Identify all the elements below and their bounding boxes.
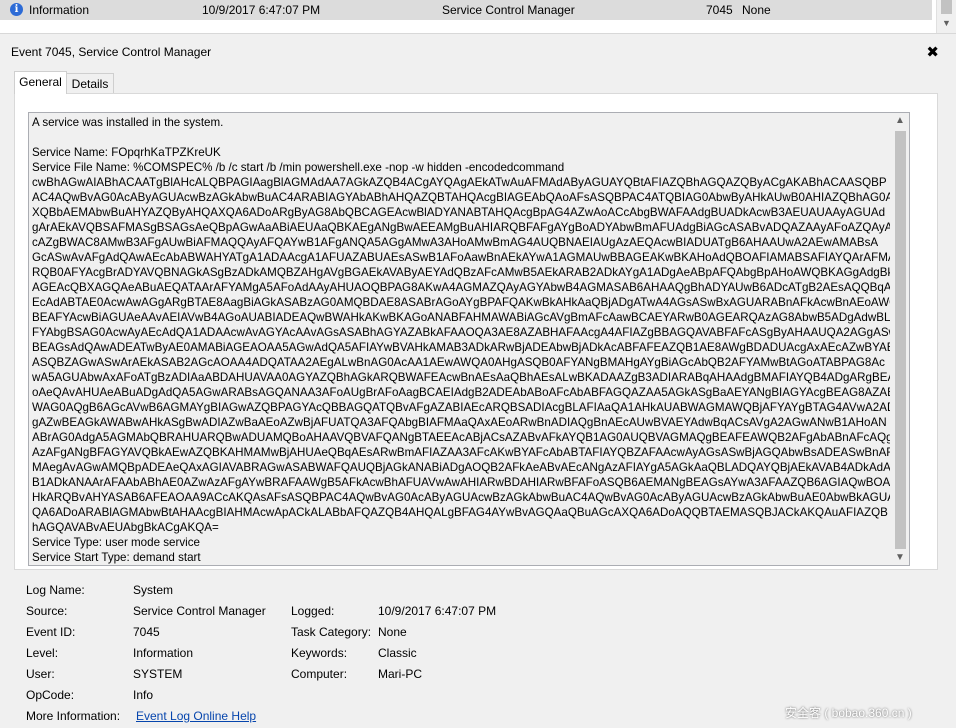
description-line: BEAGsAdQAwADEATwByAE0AMABiAGEAOAA5AGwAdQ… [32,341,890,354]
description-line: WAG0AQgB6AGcAVwB6AGMAYgBIAGwAZQBPAGYAcQB… [32,401,890,414]
opcode-value: Info [133,688,154,702]
logged-value: 10/9/2017 6:47:07 PM [378,604,497,618]
description-line: EcAdABTAE0AcwAwAGgARgBTAE8AagBiAGkASABzA… [32,296,890,309]
scroll-down-icon[interactable]: ▼ [895,552,905,563]
user-label: User: [26,667,55,681]
scroll-down-icon[interactable]: ▼ [942,18,951,28]
description-line: ABrAG0AdgA5AGMAbQBRAHUARQBwADUAMQBoAHAAV… [32,431,890,444]
description-line: Service Name: FOpqrhKaTPZKreUK [32,146,221,159]
description-text: A service was installed in the system. Se… [32,115,890,565]
description-line: hAGQAVABvAEUAbgBkACgAKQA= [32,521,219,534]
description-line: cwBhAGwAIABhACAATgBlAHcALQBPAGIAagBlAGMA… [32,176,887,189]
description-line: ASQBZAGwASwArAEkASAB2AGcAOAA4ADQATAA2AEg… [32,356,885,369]
description-line: gAZwBEAGkAWABwAHkASgBwADIAZwBaAEoAZwBjAF… [32,416,887,429]
row-source: Service Control Manager [442,3,575,17]
information-icon: i [10,3,23,16]
computer-label: Computer: [291,667,348,681]
description-scrollbar[interactable]: ▲ ▼ [892,113,909,565]
description-line: gArAEkAVQBSAFMASgBSAGsAeQBpAGwAaABiAEUAa… [32,221,890,234]
row-level: Information [29,3,90,17]
description-line: Service File Name: %COMSPEC% /b /c start… [32,161,565,174]
description-line: oAeQAvAHUAeABuADgAdQA5AGwARABsAGQANAA3AF… [32,386,890,399]
description-line: Service Type: user mode service [32,536,200,549]
level-label: Level: [26,646,59,660]
event-title: Event 7045, Service Control Manager [11,45,212,59]
computer-value: Mari-PC [378,667,422,681]
opcode-label: OpCode: [26,688,75,702]
description-line: AC4AQwBvAG0AcAByAGUAcwBzAGkAbwBuAC4ARABI… [32,191,890,204]
event-description[interactable]: A service was installed in the system. Se… [28,112,910,566]
row-task-category: None [742,3,771,17]
event-list: i Information 10/9/2017 6:47:07 PM Servi… [0,0,956,34]
scroll-up-icon[interactable]: ▲ [895,115,905,126]
row-event-id: 7045 [706,3,733,17]
description-line: B1ADkANAArAFAAbABhAE0AZwAzAFgAYwBRAFAAWg… [32,476,890,489]
description-line: BEAFYAcwBiAGUAeAAvAEIAVwB4AGoAUABIADEAQw… [32,311,890,324]
row-datetime: 10/9/2017 6:47:07 PM [202,3,321,17]
event-id-value: 7045 [133,625,160,639]
log-name-value: System [133,583,174,597]
description-line: GcASwAvAFgAdQAwAEcAbABWAHYATgA1ADAAcgA1A… [32,251,890,264]
watermark: 安全客 ( bobao.360.cn ) [785,706,912,720]
keywords-label: Keywords: [291,646,348,660]
source-label: Source: [26,604,68,618]
tab-details[interactable]: Details [66,73,114,94]
event-header: Event 7045, Service Control Manager ✖ [0,41,956,63]
user-value: SYSTEM [133,667,183,681]
description-line: A service was installed in the system. [32,116,224,129]
scrollbar-thumb[interactable] [941,0,952,14]
tab-general[interactable]: General [14,71,67,94]
logged-label: Logged: [291,604,335,618]
close-icon[interactable]: ✖ [926,43,939,61]
task-category-value: None [378,625,407,639]
log-name-label: Log Name: [26,583,85,597]
description-line: cAZgBWAC8AMwB3AFgAUwBiAFMAQQAyAFQAYwB1AF… [32,236,879,249]
event-list-scrollbar[interactable]: ▼ [936,0,956,33]
event-list-row-selected[interactable]: i Information 10/9/2017 6:47:07 PM Servi… [0,0,932,20]
description-line: XQBbAEMAbwBuAHYAZQByAHQAXQA6ADoARgByAG8A… [32,206,886,219]
description-line: HkARQBvAHYASAB6AFEAOAA9ACcAKQAsAFsASQBPA… [32,491,890,504]
more-info-label: More Information: [26,709,121,723]
description-line: RQB0AFYAcgBrADYAVQBNAGkASgBzADkAMQBZAHgA… [32,266,890,279]
description-line: wA5AGUAbwAxAFoATgBzADIAaABDAHUAVAA0AGYAZ… [32,371,890,384]
task-category-label: Task Category: [291,625,372,639]
description-line: MAegAvAGwAMQBpADEAeQAxAGIAVABRAGwASABWAF… [32,461,890,474]
description-line: Service Start Type: demand start [32,551,201,564]
event-id-label: Event ID: [26,625,76,639]
description-line: AGEAcQBXAGQAeABuAEQATAArAFYAMgA5AFoAdAAy… [32,281,890,294]
event-log-online-help-link[interactable]: Event Log Online Help [136,709,256,723]
scrollbar-thumb[interactable] [895,131,906,549]
keywords-value: Classic [378,646,417,660]
description-line: AzAFgANgBFAGYAVQBkAEwAZQBKAHMAMwBjAHUAeQ… [32,446,890,459]
level-value: Information [133,646,194,660]
description-line [32,130,890,145]
description-line: QA6ADoARABlAGMAbwBtAHAAcgBIAHMAcwApACkAL… [32,506,888,519]
description-line: FYAbgBSAG0AcwAyAEcAdQA1ADAAcwAvAGYAcAAvA… [32,326,890,339]
source-value: Service Control Manager [133,604,266,618]
